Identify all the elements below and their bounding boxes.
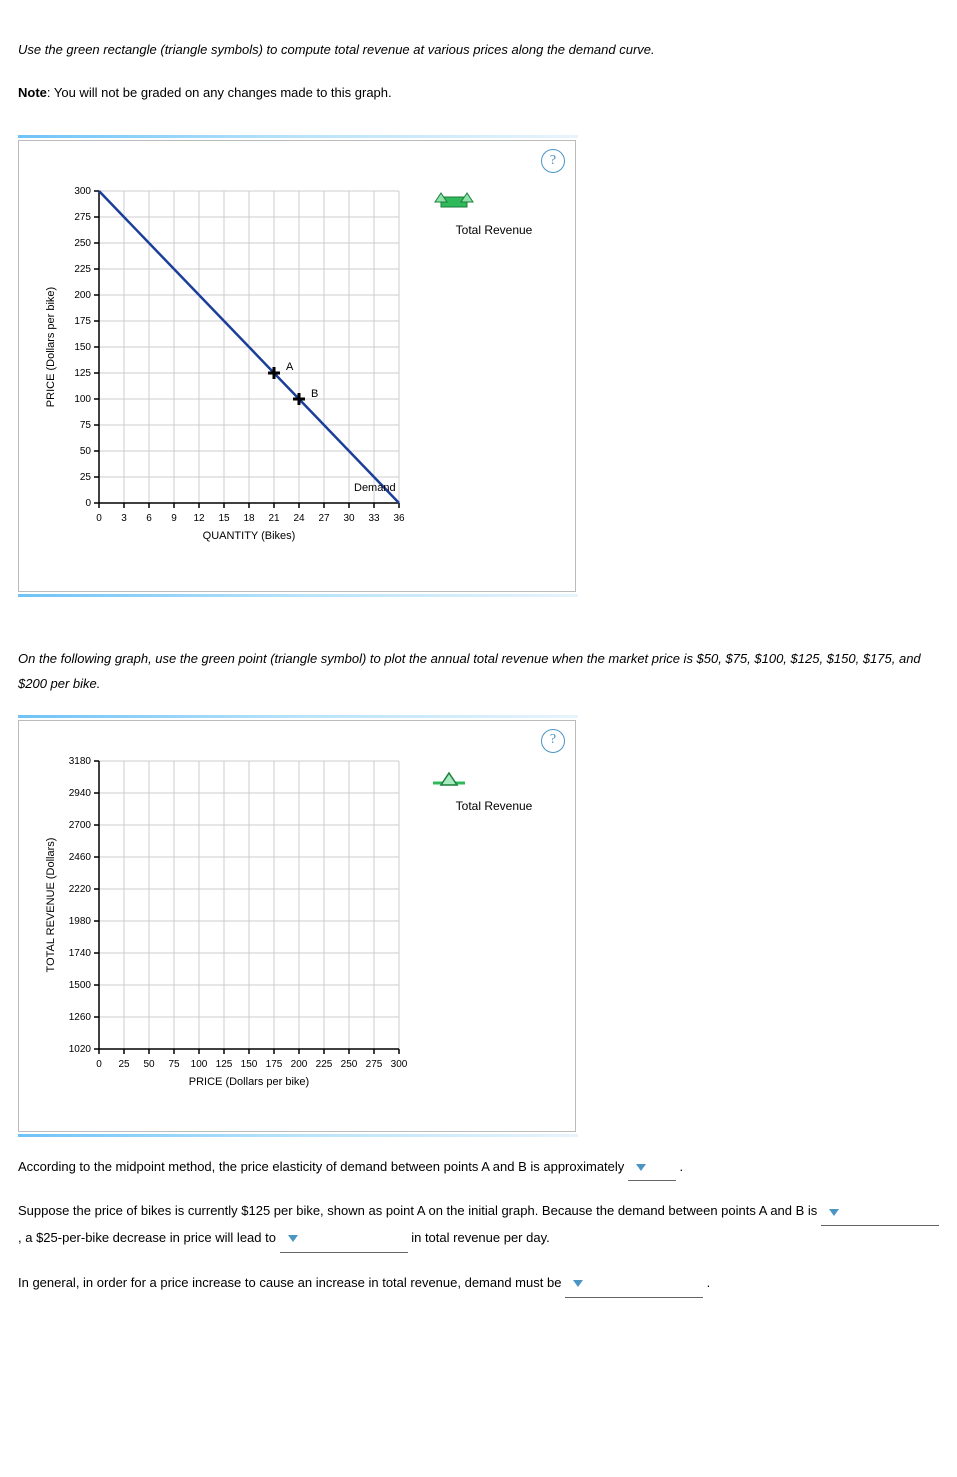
svg-text:1020: 1020 <box>69 1044 92 1055</box>
svg-text:18: 18 <box>243 513 255 524</box>
help-icon: ? <box>550 727 556 754</box>
instruction-2: On the following graph, use the green po… <box>18 647 939 696</box>
panel-separator-top-1 <box>18 135 578 138</box>
total-revenue-point-icon <box>429 771 559 789</box>
svg-text:50: 50 <box>80 446 92 457</box>
svg-text:9: 9 <box>171 513 177 524</box>
svg-text:3: 3 <box>121 513 127 524</box>
help-icon: ? <box>550 148 556 175</box>
instruction-1: Use the green rectangle (triangle symbol… <box>18 38 939 63</box>
point-a-label: A <box>286 361 294 373</box>
svg-text:2700: 2700 <box>69 820 92 831</box>
demand-type-dropdown[interactable] <box>565 1271 703 1298</box>
instruction-note: Note: You will not be graded on any chan… <box>18 81 939 106</box>
svg-text:275: 275 <box>366 1059 383 1070</box>
svg-text:100: 100 <box>74 394 91 405</box>
svg-text:100: 100 <box>191 1059 208 1070</box>
svg-text:75: 75 <box>168 1059 180 1070</box>
x-axis-label-1: QUANTITY (Bikes) <box>203 530 296 542</box>
svg-text:27: 27 <box>318 513 330 524</box>
legend-1[interactable]: Total Revenue <box>429 151 559 571</box>
svg-text:36: 36 <box>393 513 405 524</box>
svg-text:0: 0 <box>96 513 102 524</box>
chevron-down-icon <box>829 1209 839 1216</box>
svg-text:250: 250 <box>74 238 91 249</box>
note-text: : You will not be graded on any changes … <box>47 85 392 100</box>
svg-text:250: 250 <box>341 1059 358 1070</box>
legend-2[interactable]: Total Revenue <box>429 731 559 1111</box>
svg-text:75: 75 <box>80 420 92 431</box>
svg-text:12: 12 <box>193 513 205 524</box>
elasticity-dropdown[interactable] <box>628 1155 676 1182</box>
help-button-2[interactable]: ? <box>541 729 565 753</box>
svg-text:6: 6 <box>146 513 152 524</box>
legend-label-1: Total Revenue <box>429 219 559 242</box>
chevron-down-icon <box>288 1235 298 1242</box>
elastic-type-dropdown[interactable] <box>821 1199 939 1226</box>
svg-text:175: 175 <box>266 1059 283 1070</box>
demand-chart[interactable]: A B Demand 0 25 50 <box>29 151 429 571</box>
graph-panel-1: ? <box>18 140 576 592</box>
svg-text:30: 30 <box>343 513 355 524</box>
svg-text:2940: 2940 <box>69 788 92 799</box>
svg-text:3180: 3180 <box>69 756 92 767</box>
revenue-chart[interactable]: 1020 1260 1500 1740 1980 2220 2460 2700 … <box>29 731 429 1111</box>
legend-label-2: Total Revenue <box>429 795 559 818</box>
demand-label: Demand <box>354 482 396 494</box>
svg-text:0: 0 <box>96 1059 102 1070</box>
svg-text:0: 0 <box>85 498 91 509</box>
svg-text:175: 175 <box>74 316 91 327</box>
panel-separator-bottom-1 <box>18 594 578 597</box>
svg-text:24: 24 <box>293 513 305 524</box>
svg-text:2460: 2460 <box>69 852 92 863</box>
question-1: According to the midpoint method, the pr… <box>18 1155 939 1182</box>
panel-separator-bottom-2 <box>18 1134 578 1137</box>
svg-text:25: 25 <box>118 1059 130 1070</box>
svg-text:200: 200 <box>291 1059 308 1070</box>
svg-text:300: 300 <box>74 186 91 197</box>
question-3: In general, in order for a price increas… <box>18 1271 939 1298</box>
total-revenue-rect-icon <box>429 191 559 213</box>
x-axis-label-2: PRICE (Dollars per bike) <box>189 1076 309 1088</box>
svg-text:15: 15 <box>218 513 230 524</box>
point-b-label: B <box>311 388 318 400</box>
svg-text:150: 150 <box>241 1059 258 1070</box>
svg-text:125: 125 <box>216 1059 233 1070</box>
revenue-change-dropdown[interactable] <box>280 1226 408 1253</box>
svg-text:33: 33 <box>368 513 380 524</box>
chevron-down-icon <box>573 1280 583 1287</box>
svg-text:25: 25 <box>80 472 92 483</box>
panel-separator-top-2 <box>18 715 578 718</box>
svg-text:225: 225 <box>316 1059 333 1070</box>
svg-text:50: 50 <box>143 1059 155 1070</box>
svg-text:150: 150 <box>74 342 91 353</box>
svg-text:125: 125 <box>74 368 91 379</box>
svg-text:21: 21 <box>268 513 280 524</box>
svg-text:200: 200 <box>74 290 91 301</box>
graph-panel-2: ? <box>18 720 576 1132</box>
svg-text:2220: 2220 <box>69 884 92 895</box>
svg-text:1260: 1260 <box>69 1012 92 1023</box>
svg-text:1740: 1740 <box>69 948 92 959</box>
svg-text:275: 275 <box>74 212 91 223</box>
svg-text:1500: 1500 <box>69 980 92 991</box>
note-label: Note <box>18 85 47 100</box>
svg-text:1980: 1980 <box>69 916 92 927</box>
svg-text:225: 225 <box>74 264 91 275</box>
svg-text:300: 300 <box>391 1059 408 1070</box>
y-axis-label-1: PRICE (Dollars per bike) <box>45 287 57 407</box>
question-2: Suppose the price of bikes is currently … <box>18 1199 939 1252</box>
chevron-down-icon <box>636 1164 646 1171</box>
y-axis-label-2: TOTAL REVENUE (Dollars) <box>45 837 57 972</box>
